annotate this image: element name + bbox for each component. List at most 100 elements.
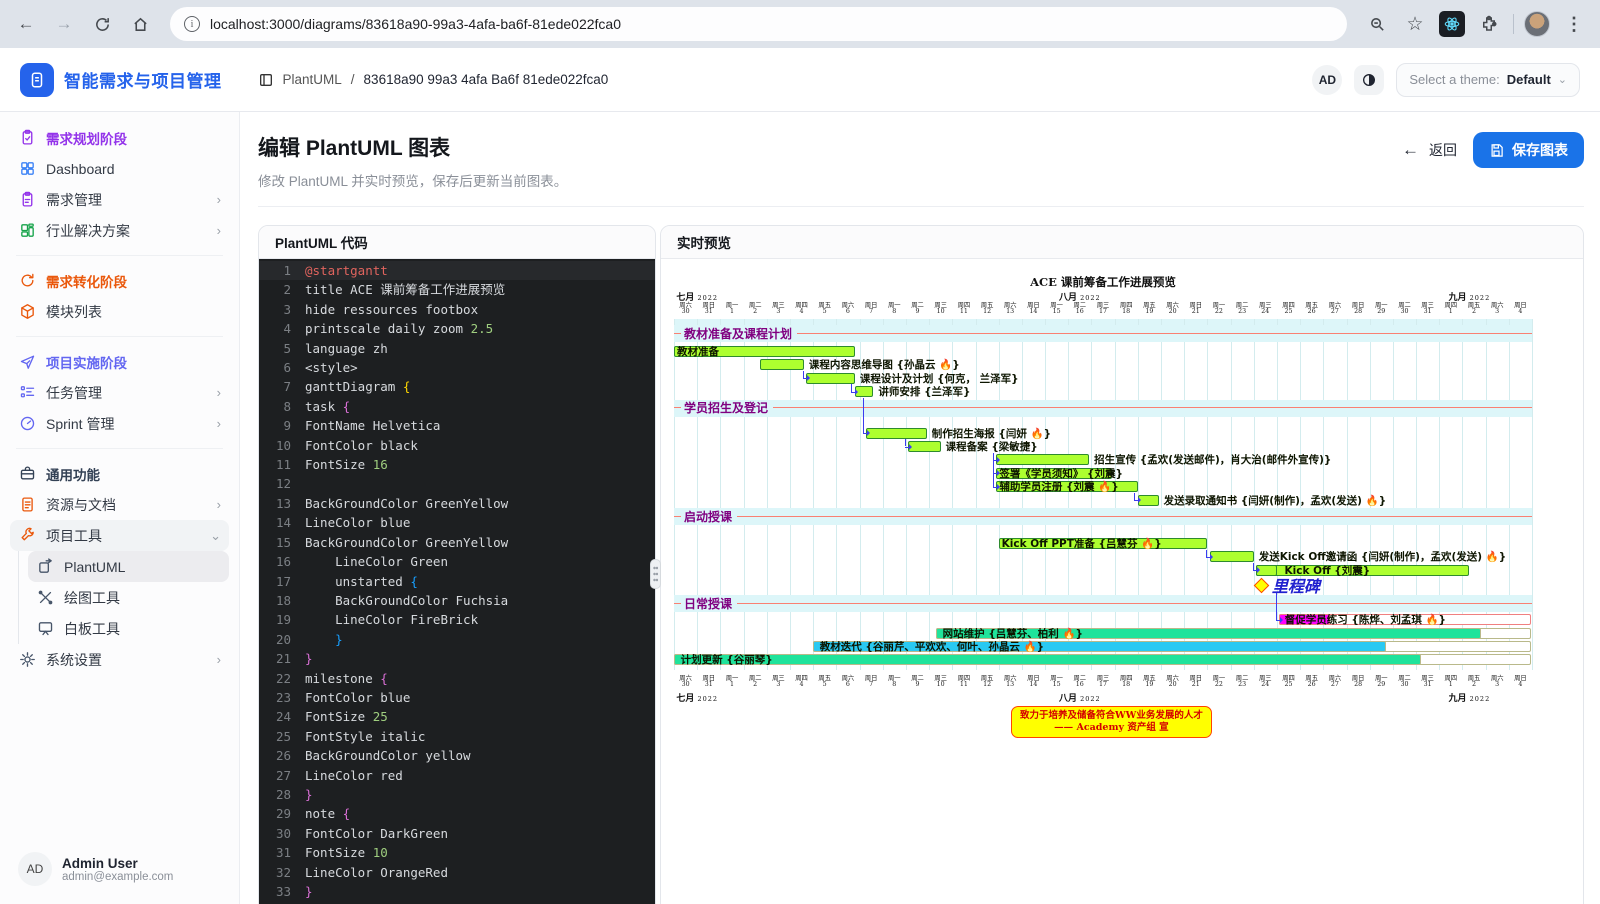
sidebar-item-label: 模块列表 [46,302,221,322]
react-devtools-extension-icon[interactable] [1439,11,1465,37]
sidebar-item-需求管理[interactable]: 需求管理› [10,184,229,215]
tree-guide-line [18,551,19,644]
code-text: title ACE 课前筹备工作进展预览 [305,280,505,299]
clipboard-check-icon [18,129,36,147]
dependency-arrowhead [807,375,813,381]
axis-day: 5 [823,308,827,315]
dependency-arrowhead [1210,554,1216,560]
theme-select-value: Default [1507,72,1551,87]
preview-body: ACE 课前筹备工作进展预览周六30周日31周一1周二2周三3周四4周五5周六6… [661,259,1583,904]
sidebar-item-label: 资源与文档 [46,495,207,515]
browser-menu-kebab-icon[interactable]: ⋮ [1560,10,1588,38]
code-line: 13BackGroundColor GreenYellow [259,494,655,513]
code-line: 27LineColor red [259,766,655,785]
grid-line [697,319,698,670]
browser-reload-icon[interactable] [88,10,116,38]
axis-day: 23 [1238,308,1246,315]
grid-line [813,319,814,670]
chevron-down-icon: ⌄ [1558,73,1567,86]
axis-day: 6 [846,308,850,315]
grid-line [1022,319,1023,670]
sidebar-item-dashboard[interactable]: Dashboard [10,153,229,184]
axis-day: 30 [1400,681,1408,688]
axis-day: 9 [915,308,919,315]
refresh-icon [18,272,36,290]
bookmark-star-icon[interactable]: ☆ [1401,10,1429,38]
url-text[interactable]: localhost:3000/diagrams/83618a90-99a3-4a… [210,16,621,32]
code-text: milestone { [305,669,388,688]
save-diagram-button[interactable]: 保存图表 [1473,132,1584,168]
sidebar-divider [16,336,223,337]
axis-day: 26 [1308,681,1316,688]
sidebar-item-label: 系统设置 [46,650,207,670]
code-text: BackGroundColor yellow [305,746,471,765]
axis-day: 31 [1424,308,1432,315]
code-text: LineColor blue [305,513,410,532]
code-text: unstarted { [305,572,418,591]
code-line: 3hide ressources footbox [259,300,655,319]
breadcrumb-root[interactable]: PlantUML [283,72,342,87]
line-number: 21 [259,649,305,668]
task-label: 教材准备 [677,347,719,358]
grid-line [674,319,675,670]
axis-day: 2 [1472,308,1476,315]
sidebar-item-绘图工具[interactable]: 绘图工具 [28,582,229,613]
sidebar-item-label: 项目工具 [46,526,200,546]
app-header: 智能需求与项目管理 PlantUML / 83618a90 99a3 4afa … [0,48,1600,112]
sidebar-item-白板工具[interactable]: 白板工具 [28,613,229,644]
sidebar: 需求规划阶段Dashboard需求管理›行业解决方案›需求转化阶段模块列表项目实… [0,112,240,904]
theme-select[interactable]: Select a theme: Default ⌄ [1396,63,1580,97]
back-button[interactable]: ← 返回 [1402,140,1457,160]
code-line: 20 } [259,630,655,649]
sidebar-item-label: Sprint 管理 [46,414,207,434]
browser-back-icon[interactable]: ← [12,10,40,38]
briefcase-icon [18,465,36,483]
theme-select-label: Select a theme: [1409,72,1499,87]
sidebar-item-sprint-管理[interactable]: Sprint 管理› [10,408,229,439]
sidebar-item-资源与文档[interactable]: 资源与文档› [10,489,229,520]
axis-day: 11 [960,308,968,315]
grid-line [860,319,861,670]
site-info-icon[interactable]: i [184,16,200,32]
dependency-arrow [905,439,906,446]
code-text: note { [305,804,350,823]
task-label: 制作招生海报 {闫妍 🔥} [932,429,1051,440]
line-number: 19 [259,610,305,629]
axis-day: 18 [1122,681,1130,688]
axis-day: 4 [799,681,803,688]
gantt-chart: ACE 课前筹备工作进展预览周六30周日31周一1周二2周三3周四4周五5周六6… [674,273,1532,746]
sidebar-item-任务管理[interactable]: 任务管理› [10,377,229,408]
sidebar-item-模块列表[interactable]: 模块列表 [10,296,229,327]
url-bar[interactable]: i localhost:3000/diagrams/83618a90-99a3-… [170,7,1347,41]
task-label: 网站维护 {吕慧芬、柏利 🔥} [943,629,1083,640]
axis-day: 2 [753,681,757,688]
browser-forward-icon[interactable]: → [50,10,78,38]
app-logo[interactable] [20,63,54,97]
grid-line [744,319,745,670]
chevron-down-icon: ⌄ [210,528,221,544]
sidebar-item-plantuml[interactable]: PlantUML [28,551,229,582]
axis-day: 24 [1261,681,1269,688]
grid-line [1045,319,1046,670]
sidebar-item-系统设置[interactable]: 系统设置› [10,644,229,675]
zoom-icon[interactable] [1363,10,1391,38]
user-initials-badge[interactable]: AD [1312,65,1342,95]
dependency-arrowhead [1257,567,1263,573]
browser-home-icon[interactable] [126,10,154,38]
axis-day: 26 [1308,308,1316,315]
contrast-toggle-icon[interactable] [1354,65,1384,95]
axis-day: 15 [1053,681,1061,688]
line-number: 33 [259,882,305,901]
axis-day: 10 [937,308,945,315]
sidebar-user[interactable]: ADAdmin Useradmin@example.com [10,838,229,904]
extensions-puzzle-icon[interactable] [1475,10,1503,38]
plantuml-code-editor[interactable]: 1@startgantt2title ACE 课前筹备工作进展预览3hide r… [259,259,655,904]
sidebar-item-行业解决方案[interactable]: 行业解决方案› [10,215,229,246]
code-line: 7ganttDiagram { [259,377,655,396]
sidebar-item-项目工具[interactable]: 项目工具 ⌄ [10,520,229,551]
axis-day: 15 [1053,308,1061,315]
dependency-arrow [1276,593,1277,620]
browser-profile-avatar[interactable] [1524,11,1550,37]
line-number: 18 [259,591,305,610]
panel-resize-handle[interactable] [650,559,661,589]
